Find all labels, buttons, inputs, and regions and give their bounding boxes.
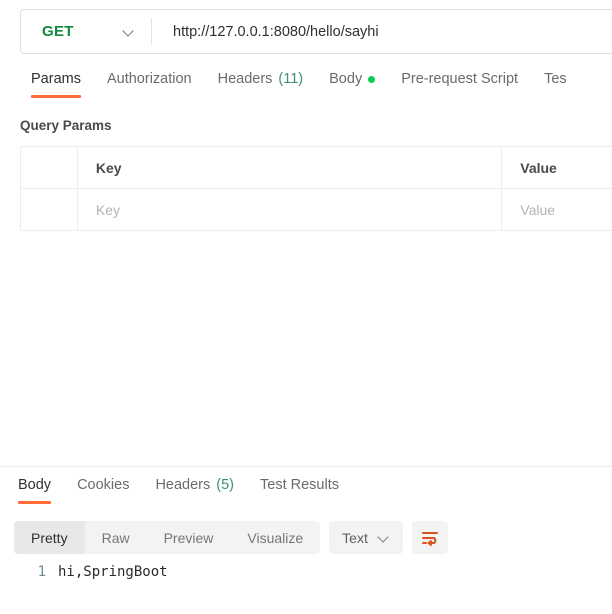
word-wrap-icon <box>421 531 438 546</box>
tab-tests[interactable]: Tes <box>531 71 580 98</box>
tab-body-label: Body <box>329 71 363 87</box>
query-params-title: Query Params <box>20 118 112 133</box>
view-mode-pretty[interactable]: Pretty <box>14 521 85 554</box>
tab-headers-label: Headers <box>217 71 273 87</box>
tab-pre-request-script[interactable]: Pre-request Script <box>388 71 531 98</box>
response-body-viewer[interactable]: 1 hi,SpringBoot <box>14 564 612 580</box>
view-mode-preview-label: Preview <box>163 529 214 546</box>
view-mode-visualize[interactable]: Visualize <box>230 521 320 554</box>
table-header-row: Key Value <box>20 146 612 189</box>
row-checkbox-cell[interactable] <box>20 188 78 231</box>
response-tab-cookies[interactable]: Cookies <box>64 477 142 504</box>
response-tab-body[interactable]: Body <box>5 477 64 504</box>
view-mode-visualize-label: Visualize <box>247 529 304 546</box>
header-key: Key <box>76 146 503 189</box>
query-params-table: Key Value Key Value <box>20 146 612 231</box>
tab-authorization-label: Authorization <box>106 71 192 87</box>
response-body-line: hi,SpringBoot <box>58 564 168 580</box>
chevron-down-icon <box>124 26 135 37</box>
tab-body[interactable]: Body <box>316 71 388 98</box>
response-tab-test-results-label: Test Results <box>260 477 339 493</box>
table-row: Key Value <box>20 188 612 231</box>
view-mode-preview[interactable]: Preview <box>147 521 231 554</box>
view-mode-raw[interactable]: Raw <box>85 521 147 554</box>
header-checkbox-cell <box>20 146 78 189</box>
tab-params[interactable]: Params <box>18 71 94 98</box>
url-input[interactable]: http://127.0.0.1:8080/hello/sayhi <box>152 24 379 40</box>
tab-authorization[interactable]: Authorization <box>94 71 205 98</box>
view-mode-pretty-label: Pretty <box>31 529 68 546</box>
method-selector[interactable]: GET <box>21 10 151 53</box>
response-tab-cookies-label: Cookies <box>77 477 130 493</box>
method-label: GET <box>42 23 74 40</box>
tab-pre-request-script-label: Pre-request Script <box>401 71 519 87</box>
tab-headers[interactable]: Headers (11) <box>205 71 317 98</box>
response-tabs: Body Cookies Headers (5) Test Results <box>5 477 352 504</box>
view-mode-raw-label: Raw <box>101 529 130 546</box>
line-number: 1 <box>37 564 46 580</box>
tab-tests-label: Tes <box>544 71 567 87</box>
response-tab-body-label: Body <box>18 477 52 493</box>
response-tab-headers-count: (5) <box>216 477 234 493</box>
response-toolbar: Pretty Raw Preview Visualize Text <box>14 521 448 554</box>
tab-params-label: Params <box>31 71 81 87</box>
header-value: Value <box>501 146 612 189</box>
chevron-down-icon <box>379 532 390 543</box>
request-tabs: Params Authorization Headers (11) Body P… <box>18 71 580 98</box>
view-mode-group: Pretty Raw Preview Visualize <box>14 521 321 554</box>
word-wrap-button[interactable] <box>411 521 448 554</box>
format-label: Text <box>342 529 368 546</box>
response-tab-headers[interactable]: Headers (5) <box>142 477 247 504</box>
pane-divider[interactable] <box>0 466 612 467</box>
tab-headers-count: (11) <box>278 71 304 87</box>
response-tab-test-results[interactable]: Test Results <box>247 477 352 504</box>
param-value-input[interactable]: Value <box>501 188 612 231</box>
param-key-input[interactable]: Key <box>76 188 503 231</box>
response-tab-headers-label: Headers <box>155 477 211 493</box>
format-selector[interactable]: Text <box>329 521 403 554</box>
body-modified-dot-icon <box>368 75 376 83</box>
request-url-bar: GET http://127.0.0.1:8080/hello/sayhi <box>20 9 612 54</box>
